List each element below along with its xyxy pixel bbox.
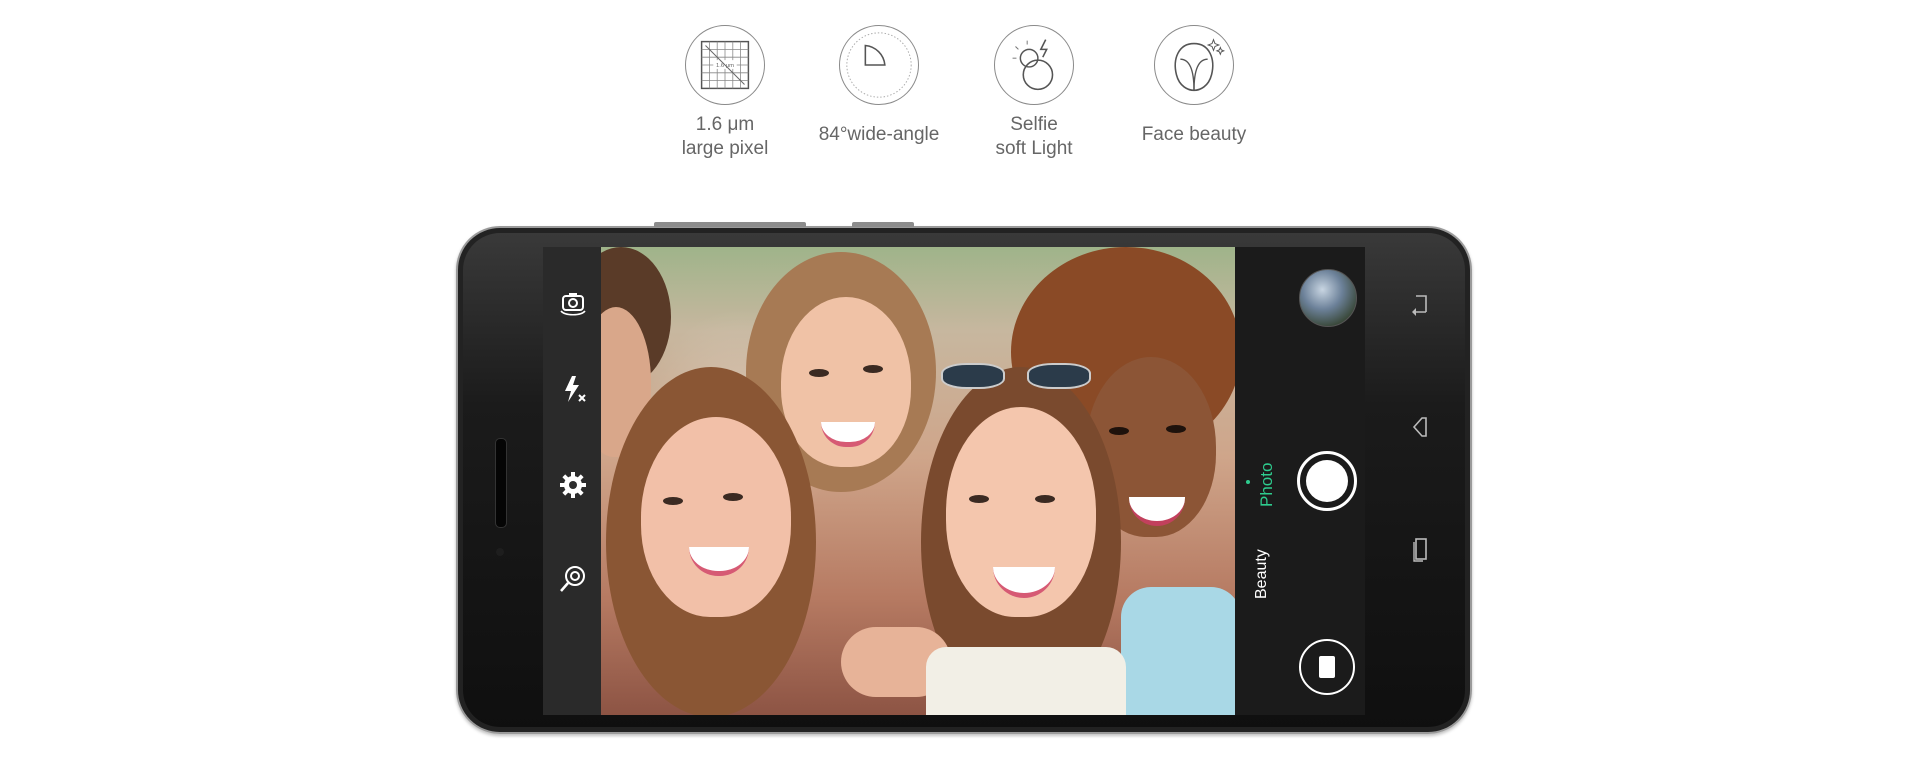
feature-label: 1.6 μm large pixel [645,113,805,161]
pixel-grid-icon: 1.6 μm [685,25,765,105]
power-button [852,222,914,227]
viewfinder-preview [601,247,1235,715]
flash-off-icon[interactable] [557,373,589,405]
active-mode-indicator [1246,480,1250,484]
feature-label: Face beauty [1114,123,1274,147]
sunglasses-icon [941,363,1091,389]
back-icon[interactable] [1408,290,1432,320]
earpiece-speaker [495,438,507,528]
feature-face-beauty: Face beauty [1114,0,1274,147]
top [926,647,1126,715]
mode-photo[interactable]: Photo [1257,463,1277,507]
mode-beauty[interactable]: Beauty [1253,549,1271,599]
feature-selfie-light: Selfie soft Light [954,0,1114,161]
camera-right-toolbar: Photo Beauty [1235,247,1365,715]
eye [1166,425,1186,433]
face-beauty-icon [1154,25,1234,105]
magic-filter-icon[interactable] [557,563,589,595]
front-sensor [496,548,504,556]
selfie-light-icon [994,25,1074,105]
recent-apps-icon[interactable] [1408,534,1432,564]
shutter-button[interactable] [1297,451,1357,511]
switch-camera-icon[interactable] [557,287,589,319]
eye [863,365,883,373]
feature-line1: 1.6 μm [695,114,755,135]
feature-line2: soft Light [995,138,1073,159]
eye [1109,427,1129,435]
eye [1035,495,1055,503]
feature-line2: large pixel [681,138,769,159]
camera-screen: Photo Beauty [543,247,1365,715]
eye [663,497,683,505]
feature-label: 84°wide-angle [799,123,959,147]
feature-line1: Selfie [1010,114,1058,135]
feature-row: 1.6 μm 1.6 μm large pixel 84°wide-angle [0,0,1920,170]
feature-label: Selfie soft Light [954,113,1114,161]
feature-wide-angle: 84°wide-angle [799,0,959,147]
record-button[interactable] [1299,639,1355,695]
feature-line1: 84°wide-angle [818,124,940,145]
eye [969,495,989,503]
camera-left-toolbar [543,247,601,715]
eye [809,369,829,377]
eye [723,493,743,501]
phone-device: Photo Beauty [456,222,1472,734]
feature-large-pixel: 1.6 μm 1.6 μm large pixel [645,0,805,161]
pixel-size-badge: 1.6 μm [716,63,734,69]
feature-line1: Face beauty [1141,124,1247,145]
settings-icon[interactable] [557,469,589,501]
gallery-thumbnail[interactable] [1299,269,1357,327]
home-icon[interactable] [1408,412,1432,442]
face [641,417,791,617]
volume-button [654,222,806,227]
shirt [1121,587,1235,715]
wide-angle-icon [839,25,919,105]
